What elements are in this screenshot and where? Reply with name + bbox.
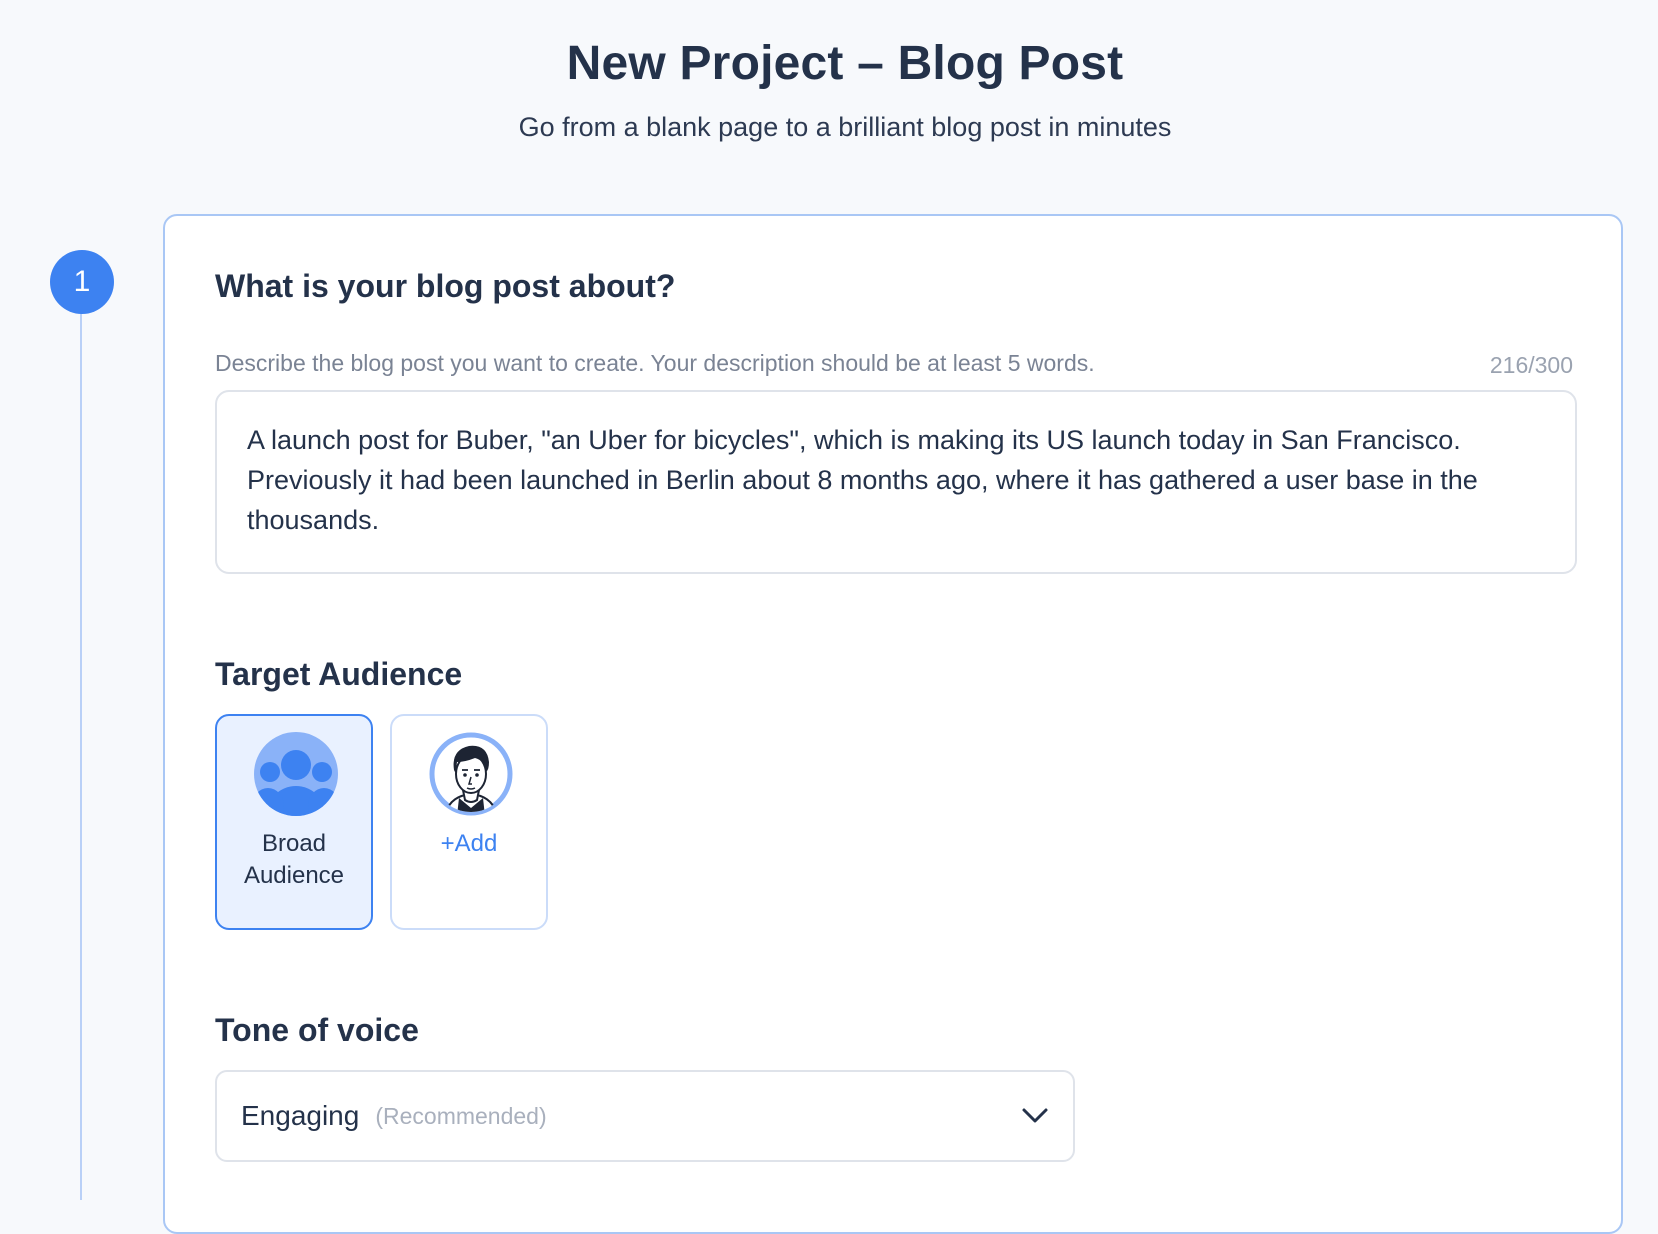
group-icon <box>254 732 338 816</box>
add-audience-label: +Add <box>440 830 498 857</box>
tone-recommended-hint: (Recommended) <box>375 1102 547 1129</box>
page-title: New Project – Blog Post <box>566 37 1124 90</box>
character-counter: 216/300 <box>1489 352 1573 378</box>
audience-option-label: Broad Audience <box>243 830 345 889</box>
add-audience-button[interactable]: +Add <box>390 714 548 930</box>
description-heading: What is your blog post about? <box>215 268 676 304</box>
description-helper-text: Describe the blog post you want to creat… <box>215 350 1095 376</box>
chevron-down-icon <box>1022 1108 1048 1123</box>
page-subtitle: Go from a blank page to a brilliant blog… <box>518 112 1172 142</box>
tone-selected-value: Engaging <box>241 1100 360 1131</box>
target-audience-heading: Target Audience <box>215 656 463 692</box>
step-connector-line <box>80 300 82 1200</box>
tone-of-voice-heading: Tone of voice <box>215 1012 419 1048</box>
tone-of-voice-select[interactable]: Engaging (Recommended) <box>215 1070 1075 1162</box>
step-number-badge: 1 <box>50 250 114 314</box>
step-card: What is your blog post about? Describe t… <box>163 214 1623 1234</box>
description-textarea[interactable]: A launch post for Buber, "an Uber for bi… <box>215 390 1577 574</box>
audience-option-broad[interactable]: Broad Audience <box>215 714 373 930</box>
person-avatar-icon <box>429 732 513 816</box>
